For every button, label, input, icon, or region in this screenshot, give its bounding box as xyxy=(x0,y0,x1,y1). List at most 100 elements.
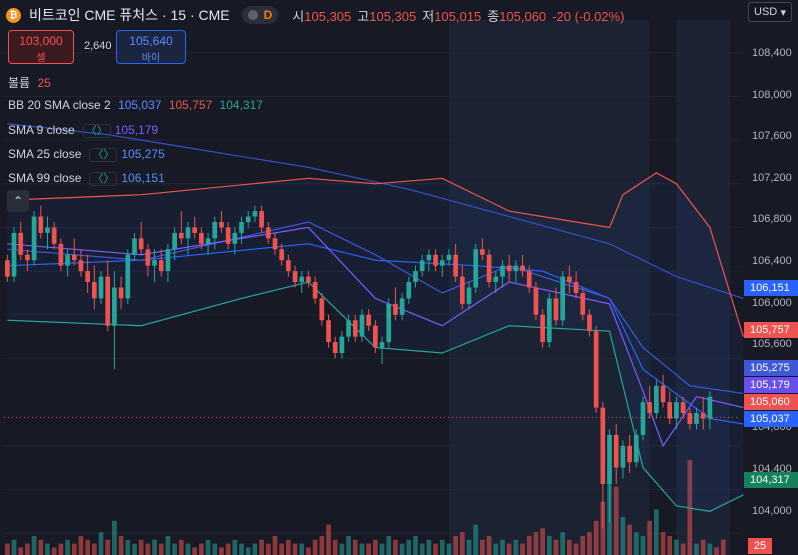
candle-body xyxy=(71,254,77,261)
sma99-legend[interactable]: SMA 99 close 〈〉 106,151 xyxy=(8,170,165,186)
volume-bar xyxy=(473,524,479,555)
volume-bar xyxy=(587,532,592,555)
volume-bar xyxy=(71,543,77,555)
volume-bar xyxy=(546,536,552,555)
candle-body xyxy=(132,238,137,255)
candle-body xyxy=(51,227,57,244)
candle-body xyxy=(165,249,171,272)
volume-bar xyxy=(553,539,559,555)
close-value: 105,060 xyxy=(499,8,547,24)
volume-bar xyxy=(78,536,84,555)
volume-bar xyxy=(332,539,338,555)
candle-body xyxy=(393,303,398,315)
currency-select[interactable]: USD ▾ xyxy=(748,2,792,22)
candle-body xyxy=(152,260,157,266)
volume-bar xyxy=(91,543,97,555)
candle-body xyxy=(600,407,606,485)
volume-bar xyxy=(212,543,218,555)
volume-bar xyxy=(185,543,191,555)
high-label: 고 xyxy=(357,8,370,24)
volume-bar xyxy=(339,543,345,555)
volume-bar xyxy=(654,509,659,555)
volume-bar xyxy=(533,532,539,555)
price-tick: 108,000 xyxy=(752,89,792,101)
volume-bar xyxy=(433,543,438,555)
symbol-title[interactable]: 비트코인 CME 퓨처스 · 15 · CME xyxy=(29,5,230,25)
source-code-icon[interactable]: 〈〉 xyxy=(89,148,118,162)
volume-bar xyxy=(279,543,285,555)
volume-legend[interactable]: 볼륨 25 xyxy=(8,74,51,91)
buy-price: 105,640 xyxy=(129,34,173,48)
data-delay-badge[interactable]: D xyxy=(241,6,279,24)
volume-bar xyxy=(480,539,485,555)
price-tick: 104,000 xyxy=(752,505,792,517)
candle-body xyxy=(459,276,465,304)
bitcoin-icon: ₿ xyxy=(6,7,21,23)
candle-body xyxy=(11,232,17,277)
volume-bar xyxy=(694,543,699,555)
candle-body xyxy=(25,254,30,261)
candle-body xyxy=(707,396,713,419)
candle-body xyxy=(225,227,231,244)
bb-legend[interactable]: BB 20 SMA close 2 105,037 105,757 104,31… xyxy=(8,98,263,112)
sma9-legend[interactable]: SMA 9 close 〈〉 105,179 xyxy=(8,122,158,138)
volume-bar xyxy=(573,543,579,555)
sma9-price-label: 105,179 xyxy=(744,377,798,393)
market-status-icon xyxy=(247,10,258,20)
candle-body xyxy=(286,260,291,272)
candle-body xyxy=(125,254,131,299)
sma9-value: 105,179 xyxy=(114,123,159,137)
candle-body xyxy=(366,314,371,326)
volume-bar xyxy=(633,532,639,555)
sell-button[interactable]: 103,000 셀 xyxy=(8,30,74,64)
price-chart[interactable] xyxy=(0,0,798,555)
source-code-icon[interactable]: 〈〉 xyxy=(89,172,118,186)
candle-body xyxy=(654,385,659,414)
candle-body xyxy=(359,314,365,337)
volume-bar xyxy=(593,520,599,555)
volume-bar xyxy=(720,539,726,555)
volume-bar xyxy=(11,539,17,555)
volume-bar xyxy=(613,486,619,555)
candle-body xyxy=(560,276,566,321)
volume-bar xyxy=(252,543,258,555)
bb-upper-value: 105,757 xyxy=(168,98,213,112)
candle-body xyxy=(58,243,64,266)
candle-body xyxy=(413,271,418,283)
bb-basis-price-label: 105,037 xyxy=(744,411,798,427)
volume-bar xyxy=(45,543,50,555)
buy-button[interactable]: 105,640 바이 xyxy=(116,30,186,64)
currency-label: USD xyxy=(754,6,778,18)
candle-body xyxy=(346,320,351,337)
candle-body xyxy=(433,254,438,266)
volume-bar xyxy=(205,539,211,555)
volume-bar xyxy=(145,543,151,555)
candle-body xyxy=(279,249,285,261)
candle-body xyxy=(178,232,184,239)
volume-bar xyxy=(18,547,24,555)
high-value: 105,305 xyxy=(369,8,417,24)
volume-bar xyxy=(165,536,171,555)
candle-body xyxy=(65,254,70,266)
candle-body xyxy=(426,254,432,261)
volume-bar xyxy=(386,536,392,555)
candle-body xyxy=(85,271,90,283)
sma25-legend[interactable]: SMA 25 close 〈〉 105,275 xyxy=(8,146,165,162)
candle-body xyxy=(98,276,104,299)
collapse-legend-icon[interactable]: ⌃ xyxy=(7,190,29,212)
open-value: 105,305 xyxy=(304,8,352,24)
open-label: 시 xyxy=(292,8,305,24)
volume-bar xyxy=(245,547,251,555)
candle-body xyxy=(473,249,479,288)
source-code-icon[interactable]: 〈〉 xyxy=(82,124,111,138)
candle-body xyxy=(633,434,639,463)
volume-bar xyxy=(459,532,465,555)
volume-bar xyxy=(118,536,124,555)
volume-bar xyxy=(406,539,412,555)
volume-bar xyxy=(138,539,144,555)
bb-lower-price-label: 104,317 xyxy=(744,472,798,488)
volume-bar xyxy=(158,543,164,555)
buy-label: 바이 xyxy=(141,53,161,64)
candle-body xyxy=(172,232,177,250)
sma25-price-label: 105,275 xyxy=(744,360,798,376)
